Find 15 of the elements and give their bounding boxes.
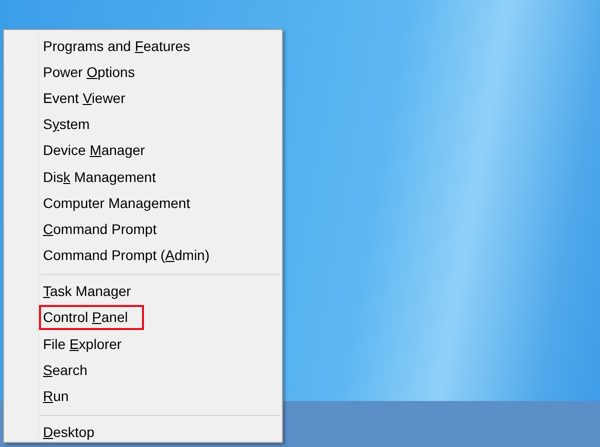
menu-item[interactable]: Desktop: [39, 420, 102, 446]
menu-item[interactable]: Power Options: [39, 60, 143, 85]
menu-item[interactable]: Search: [39, 358, 96, 383]
menu-item[interactable]: File Explorer: [39, 332, 130, 357]
menu-item[interactable]: Command Prompt: [39, 216, 165, 242]
menu-item[interactable]: System: [39, 112, 98, 138]
menu-item[interactable]: Command Prompt (Admin): [39, 243, 218, 268]
menu-item[interactable]: Control Panel: [39, 305, 144, 330]
menu-item[interactable]: Computer Management: [39, 190, 198, 216]
menu-item[interactable]: Device Manager: [39, 138, 153, 164]
menu-item[interactable]: Run: [39, 384, 77, 410]
menu-item[interactable]: Task Manager: [39, 279, 139, 304]
menu-item[interactable]: Programs and Features: [39, 34, 198, 59]
menu-item[interactable]: Disk Management: [39, 164, 164, 190]
menu-item[interactable]: Event Viewer: [39, 86, 134, 111]
